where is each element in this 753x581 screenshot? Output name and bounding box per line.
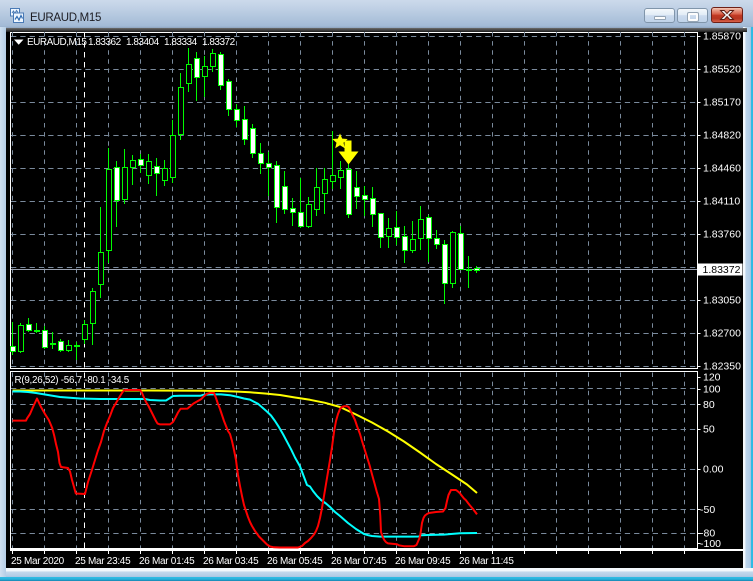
- svg-text:1.82700: 1.82700: [703, 328, 741, 340]
- svg-text:26 Mar 11:45: 26 Mar 11:45: [459, 556, 514, 567]
- svg-text:1.85870: 1.85870: [703, 31, 741, 43]
- svg-text:1.83760: 1.83760: [703, 229, 741, 241]
- svg-text:1.85520: 1.85520: [703, 64, 741, 76]
- svg-text:-100: -100: [700, 538, 721, 550]
- svg-text:1.83050: 1.83050: [703, 295, 741, 307]
- svg-text:26 Mar 05:45: 26 Mar 05:45: [267, 556, 323, 567]
- svg-text:1.83362: 1.83362: [88, 37, 122, 48]
- svg-text:100: 100: [703, 384, 721, 396]
- svg-text:1.83372: 1.83372: [703, 264, 741, 276]
- svg-text:EURAUD,M15: EURAUD,M15: [27, 37, 87, 48]
- svg-text:1.84110: 1.84110: [703, 196, 740, 208]
- svg-text:50: 50: [703, 424, 715, 436]
- svg-text:26 Mar 03:45: 26 Mar 03:45: [203, 556, 259, 567]
- svg-text:R(9,26,52) -56.7 -80.1 -34.5: R(9,26,52) -56.7 -80.1 -34.5: [15, 375, 130, 386]
- svg-text:0.00: 0.00: [703, 464, 724, 476]
- svg-text:26 Mar 09:45: 26 Mar 09:45: [395, 556, 451, 567]
- svg-text:26 Mar 01:45: 26 Mar 01:45: [139, 556, 195, 567]
- svg-text:1.85170: 1.85170: [703, 97, 741, 109]
- svg-text:1.83334: 1.83334: [164, 37, 198, 48]
- svg-text:1.83372: 1.83372: [202, 37, 236, 48]
- svg-text:80: 80: [703, 399, 715, 411]
- svg-text:25 Mar 23:45: 25 Mar 23:45: [75, 556, 131, 567]
- svg-text:120: 120: [703, 372, 721, 384]
- svg-text:25 Mar 2020: 25 Mar 2020: [11, 556, 65, 567]
- svg-text:26 Mar 07:45: 26 Mar 07:45: [331, 556, 387, 567]
- svg-text:1.84460: 1.84460: [703, 163, 741, 175]
- svg-text:-50: -50: [700, 504, 715, 516]
- svg-text:1.84820: 1.84820: [703, 130, 741, 142]
- svg-text:1.83404: 1.83404: [126, 37, 160, 48]
